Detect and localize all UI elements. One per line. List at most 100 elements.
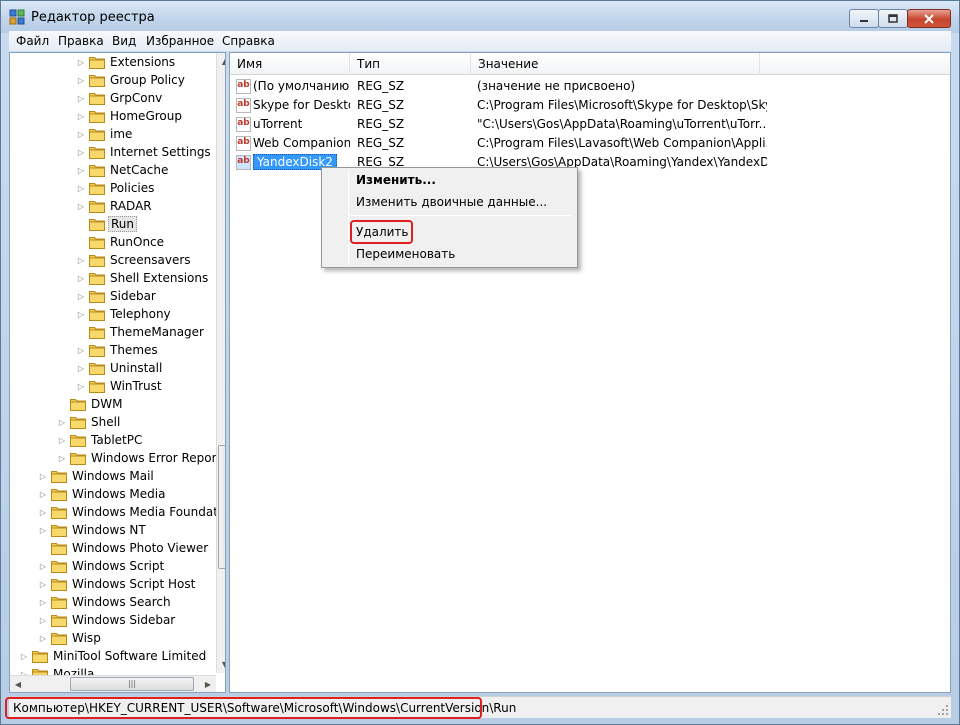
window-title: Редактор реестра: [31, 10, 155, 25]
tree-item[interactable]: ▷ Internet Settings: [76, 143, 213, 161]
menu-favorites[interactable]: Избранное: [146, 34, 214, 48]
tree-item[interactable]: ▷ Shell Extensions: [76, 269, 210, 287]
tree-item[interactable]: Windows Photo Viewer: [38, 539, 210, 557]
tree-horizontal-scroll-thumb[interactable]: |||: [70, 677, 194, 691]
context-menu-gutter: [348, 170, 349, 265]
tree-item[interactable]: ▷ Windows Search: [38, 593, 173, 611]
expand-arrow-icon[interactable]: ▷: [76, 161, 86, 179]
value-data: "C:\Users\Gos\AppData\Roaming\uTorrent\u…: [477, 117, 767, 131]
expand-arrow-icon[interactable]: ▷: [76, 305, 86, 323]
context-menu-modify-binary[interactable]: Изменить двоичные данные...: [356, 195, 547, 209]
tree-horizontal-scrollbar[interactable]: ◀ ||| ▶: [10, 675, 216, 692]
close-button[interactable]: [907, 9, 951, 28]
column-header-name[interactable]: Имя: [230, 53, 350, 75]
context-menu-modify[interactable]: Изменить...: [356, 173, 436, 187]
expand-arrow-icon[interactable]: ▷: [38, 485, 48, 503]
expand-arrow-icon[interactable]: ▷: [38, 575, 48, 593]
expand-arrow-icon[interactable]: ▷: [38, 521, 48, 539]
scroll-down-arrow-icon[interactable]: ▼: [217, 656, 225, 673]
values-list[interactable]: Имя Тип Значение ab (По умолчанию) REG_SZ(…: [229, 52, 951, 693]
expand-arrow-icon[interactable]: ▷: [38, 611, 48, 629]
tree-item[interactable]: ▷ Policies: [76, 179, 156, 197]
table-row[interactable]: ab (По умолчанию) REG_SZ (значение не присв…: [230, 77, 950, 96]
expand-arrow-icon[interactable]: ▷: [76, 89, 86, 107]
column-header-type[interactable]: Тип: [350, 53, 471, 75]
scroll-right-arrow-icon[interactable]: ▶: [200, 676, 216, 692]
expand-arrow-icon[interactable]: ▷: [76, 197, 86, 215]
registry-tree[interactable]: ▷ Extensions ▷ Group Policy ▷ GrpConv ▷ HomeGro…: [9, 52, 226, 693]
tree-item[interactable]: ▷ Windows Media Foundation: [38, 503, 225, 521]
tree-item[interactable]: ▷ Windows Media: [38, 485, 167, 503]
column-header-value[interactable]: Значение: [471, 53, 760, 75]
tree-item[interactable]: ▷ Windows Error Reporting: [57, 449, 225, 467]
folder-icon: [70, 433, 86, 447]
tree-item[interactable]: ▷ Extensions: [76, 53, 177, 71]
tree-item[interactable]: ▷ Group Policy: [76, 71, 187, 89]
expand-arrow-icon[interactable]: ▷: [38, 467, 48, 485]
tree-item[interactable]: ▷ Windows Sidebar: [38, 611, 177, 629]
expand-arrow-icon[interactable]: ▷: [57, 449, 67, 467]
tree-item[interactable]: ▷ Windows Script Host: [38, 575, 197, 593]
expand-arrow-icon[interactable]: ▷: [76, 71, 86, 89]
string-value-icon: ab: [236, 79, 251, 94]
expand-arrow-icon[interactable]: ▷: [76, 287, 86, 305]
tree-item[interactable]: ▷ Themes: [76, 341, 160, 359]
tree-item[interactable]: ▷ HomeGroup: [76, 107, 184, 125]
value-type: REG_SZ: [357, 117, 405, 131]
expand-arrow-icon[interactable]: ▷: [76, 179, 86, 197]
tree-vertical-scroll-thumb[interactable]: [218, 445, 225, 569]
expand-arrow-icon[interactable]: ▷: [76, 53, 86, 71]
context-menu-rename[interactable]: Переименовать: [356, 247, 455, 261]
tree-item[interactable]: ▷ GrpConv: [76, 89, 164, 107]
tree-item[interactable]: ▷ NetCache: [76, 161, 170, 179]
table-row[interactable]: abSkype for Desktop REG_SZ C:\Program File…: [230, 96, 950, 115]
expand-arrow-icon[interactable]: ▷: [76, 125, 86, 143]
tree-item[interactable]: ▷ Telephony: [76, 305, 173, 323]
tree-item[interactable]: ▷ TabletPC: [57, 431, 144, 449]
tree-item[interactable]: ▷ Shell: [57, 413, 122, 431]
tree-item[interactable]: ▷ WinTrust: [76, 377, 164, 395]
table-row[interactable]: ab uTorrent REG_SZ "C:\Users\Gos\AppData\Ro…: [230, 115, 950, 134]
menu-edit[interactable]: Правка: [58, 34, 104, 48]
tree-item[interactable]: ThemeManager: [76, 323, 206, 341]
tree-item[interactable]: DWM: [57, 395, 124, 413]
tree-item[interactable]: RunOnce: [76, 233, 166, 251]
expand-arrow-icon[interactable]: ▷: [76, 251, 86, 269]
scroll-up-arrow-icon[interactable]: ▲: [217, 53, 225, 70]
menu-file[interactable]: Файл: [16, 34, 49, 48]
expand-arrow-icon[interactable]: ▷: [38, 503, 48, 521]
tree-item[interactable]: ▷ Windows Mail: [38, 467, 156, 485]
expand-arrow-icon[interactable]: ▷: [76, 359, 86, 377]
tree-item[interactable]: ▷ ime: [76, 125, 134, 143]
expand-arrow-icon[interactable]: ▷: [57, 431, 67, 449]
tree-item[interactable]: ▷ RADAR: [76, 197, 154, 215]
menu-help[interactable]: Справка: [222, 34, 275, 48]
tree-item[interactable]: ▷ Sidebar: [76, 287, 158, 305]
expand-arrow-icon[interactable]: ▷: [76, 377, 86, 395]
maximize-button[interactable]: [878, 9, 908, 28]
expand-arrow-icon[interactable]: ▷: [76, 269, 86, 287]
minimize-button[interactable]: [849, 9, 879, 28]
expand-arrow-icon[interactable]: ▷: [76, 107, 86, 125]
expand-arrow-icon[interactable]: ▷: [19, 647, 29, 665]
title-bar[interactable]: Редактор реестра: [1, 1, 959, 33]
expand-arrow-icon[interactable]: ▷: [38, 593, 48, 611]
tree-item-label: Windows NT: [72, 523, 146, 537]
expand-arrow-icon[interactable]: ▷: [76, 143, 86, 161]
tree-item[interactable]: ▷ Screensavers: [76, 251, 193, 269]
expand-arrow-icon[interactable]: ▷: [38, 629, 48, 647]
tree-item[interactable]: ▷ Uninstall: [76, 359, 164, 377]
scroll-left-arrow-icon[interactable]: ◀: [10, 676, 26, 692]
expand-arrow-icon[interactable]: ▷: [38, 557, 48, 575]
tree-item[interactable]: ▷ MiniTool Software Limited: [19, 647, 208, 665]
resize-grip-icon[interactable]: [937, 704, 949, 716]
expand-arrow-icon[interactable]: ▷: [57, 413, 67, 431]
tree-item[interactable]: ▷ Wisp: [38, 629, 103, 647]
table-row[interactable]: ab Web Companion REG_SZ C:\Program Files\La…: [230, 134, 950, 153]
menu-view[interactable]: Вид: [112, 34, 136, 48]
tree-item[interactable]: Run: [76, 215, 138, 233]
tree-item[interactable]: ▷ Windows Script: [38, 557, 166, 575]
expand-arrow-icon[interactable]: ▷: [76, 341, 86, 359]
tree-vertical-scrollbar[interactable]: ▲ ▼: [216, 53, 225, 673]
tree-item[interactable]: ▷ Windows NT: [38, 521, 148, 539]
